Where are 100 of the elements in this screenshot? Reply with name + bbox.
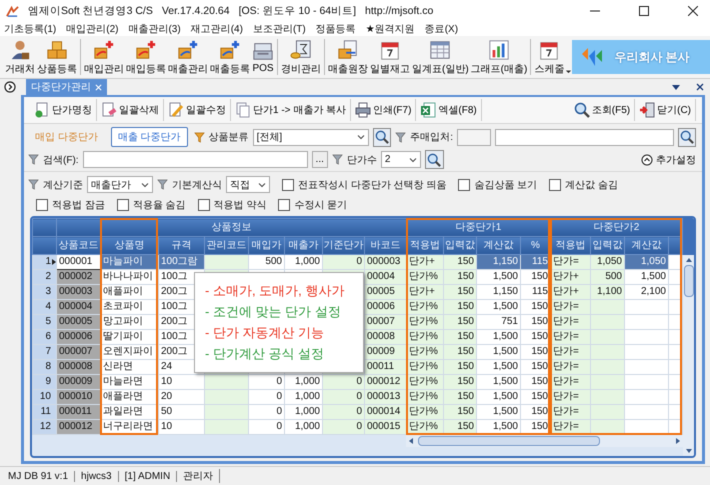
toolbar-button[interactable]: 닫기(C) xyxy=(635,99,696,121)
column-group-header: 상품정보 xyxy=(56,218,406,236)
toolbar-button[interactable]: 일별재고 xyxy=(369,38,411,76)
table-cell: 0 xyxy=(322,404,364,420)
table-cell: 1,150 xyxy=(476,284,520,300)
toolbar-button[interactable]: 상품등록 xyxy=(36,38,78,76)
toolbar-button[interactable]: 매입관리 xyxy=(83,38,125,76)
menu-item[interactable]: 기초등록(1) xyxy=(4,22,56,36)
menu-item[interactable]: 종료(X) xyxy=(424,22,458,36)
calc-basis-select[interactable]: 매출단가 xyxy=(87,176,153,193)
table-cell: 00007 xyxy=(364,314,406,330)
table-cell: 00006 xyxy=(364,300,406,314)
table-cell: 2,100 xyxy=(624,284,668,300)
column-header[interactable]: 기준단가 xyxy=(322,236,364,254)
row-number: 7 xyxy=(32,344,56,360)
option-checkbox[interactable]: 수정시 묻기 xyxy=(278,198,348,212)
table-cell: 150 xyxy=(444,374,476,390)
window-title: 엠제이Soft 천년경영3 C/S xyxy=(28,4,153,18)
menu-item[interactable]: 정품등록 xyxy=(316,22,356,36)
table-cell: 00004 xyxy=(364,270,406,284)
toolbar-button[interactable]: 매입등록 xyxy=(125,38,167,76)
category-select[interactable]: [전체] xyxy=(252,128,370,146)
table-cell: 000007 xyxy=(56,344,100,360)
table-cell: 1,500 xyxy=(476,390,520,404)
table-cell: 0 xyxy=(248,374,284,390)
column-header[interactable]: 매출가 xyxy=(284,236,322,254)
menu-item[interactable]: 보조관리(T) xyxy=(252,22,306,36)
table-cell: 0 xyxy=(322,390,364,404)
toolbar-button[interactable]: 단가명칭 xyxy=(30,99,97,121)
toolbar-button[interactable]: 일괄삭제 xyxy=(97,99,164,121)
toolbar-button[interactable]: 인쇄(F7) xyxy=(351,99,416,121)
column-header[interactable]: 적용법 xyxy=(550,236,590,254)
callout-text: - 소매가, 도매가, 행사가 xyxy=(205,282,346,300)
toolbar-button[interactable]: 매출관리 xyxy=(167,38,209,76)
toolbar-button[interactable]: 단가1 -> 매출가 복사 xyxy=(231,99,352,121)
formula-select[interactable]: 직접 xyxy=(226,176,270,193)
column-header[interactable]: 바코드 xyxy=(364,236,406,254)
column-header[interactable]: 입력값 xyxy=(444,236,476,254)
price-type-tab[interactable]: 매출 다중단가 xyxy=(110,127,188,147)
table-cell: 1,500 xyxy=(476,330,520,344)
row-number: 9 xyxy=(32,374,56,390)
table-cell: 50 xyxy=(158,404,204,420)
toolbar-button[interactable]: 그래프(매출) xyxy=(470,38,528,76)
menu-item[interactable]: 재고관리(4) xyxy=(190,22,243,36)
status-text: 관리자 xyxy=(177,469,220,483)
table-cell: 1,500 xyxy=(476,404,520,420)
menu-item[interactable]: 매출관리(3) xyxy=(128,22,181,36)
option-checkbox[interactable]: 적용법 잠금 xyxy=(36,198,105,212)
menu-item[interactable]: 매입관리(2) xyxy=(66,22,118,36)
toolbar-button[interactable]: 조회(F5) xyxy=(570,99,636,121)
column-header[interactable]: 관리코드 xyxy=(204,236,248,254)
company-name: 우리회사 본사 xyxy=(614,48,690,66)
toolbar-button[interactable]: 일괄수정 xyxy=(164,99,231,121)
table-cell: 00008 xyxy=(364,330,406,344)
table-cell: 1,100 xyxy=(590,284,624,300)
field-label: 상품분류 xyxy=(208,131,249,144)
table-cell: 100그람 xyxy=(158,254,204,270)
table-cell: 000014 xyxy=(364,404,406,420)
toolbar-button[interactable]: 매출등록 xyxy=(209,38,251,76)
toolbar-button[interactable]: 일계표(일반) xyxy=(411,38,470,76)
option-checkbox[interactable]: 숨김상품 보기 xyxy=(458,178,538,192)
more-settings-button[interactable]: 추가설정 xyxy=(641,152,696,166)
row-number: 2 xyxy=(32,270,56,284)
table-cell: 0 xyxy=(322,254,364,270)
toolbar-button[interactable]: 매출원장 xyxy=(327,38,369,76)
toolbar-button[interactable]: 스케줄 xyxy=(533,38,566,76)
table-cell: 0 xyxy=(248,420,284,434)
table-cell: 00009 xyxy=(364,344,406,360)
option-checkbox[interactable]: 전표작성시 다중단가 선택창 띄움 xyxy=(282,178,446,192)
row-number: 1 xyxy=(32,254,56,270)
column-header[interactable]: 규격 xyxy=(158,236,204,254)
table-cell: 000003 xyxy=(56,284,100,300)
option-checkbox[interactable]: 적용율 숨김 xyxy=(116,198,186,212)
toolbar-button[interactable]: 경비관리 xyxy=(280,38,322,76)
table-cell: 1,500 xyxy=(624,270,668,284)
row-number: 10 xyxy=(32,390,56,404)
toolbar-button[interactable]: POS xyxy=(251,40,275,74)
table-cell: 150 xyxy=(444,344,476,360)
field-label: 계산기준 xyxy=(43,178,83,192)
table-cell: 000010 xyxy=(56,390,100,404)
column-header[interactable]: 계산값 xyxy=(624,236,668,254)
status-text: MJ DB 91 v:1 xyxy=(2,470,76,482)
price-count-select[interactable]: 2 xyxy=(380,151,421,168)
column-header[interactable]: 입력값 xyxy=(590,236,624,254)
option-checkbox[interactable]: 계산값 숨김 xyxy=(549,178,618,192)
version-text: Ver.17.4.20.64 xyxy=(162,5,230,17)
toolbar-button[interactable]: 거래처 xyxy=(4,38,36,76)
table-cell: 150 xyxy=(444,314,476,330)
callout-text: - 조건에 맞는 단가 설정 xyxy=(205,303,342,321)
column-header[interactable]: 상품코드 xyxy=(56,236,100,254)
toolbar-button[interactable]: 엑셀(F8) xyxy=(416,99,482,121)
menu-item[interactable]: ★원격지원 xyxy=(366,22,415,36)
row-number: 5 xyxy=(32,314,56,330)
browse-button[interactable]: ... xyxy=(312,151,328,168)
table-cell: 150 xyxy=(444,390,476,404)
column-header[interactable]: 매입가 xyxy=(248,236,284,254)
table-cell: 1,500 xyxy=(476,374,520,390)
option-checkbox[interactable]: 적용법 약식 xyxy=(198,198,266,212)
callout-text: - 단가 자동계산 기능 xyxy=(205,324,326,342)
column-header[interactable]: 계산값 xyxy=(476,236,520,254)
